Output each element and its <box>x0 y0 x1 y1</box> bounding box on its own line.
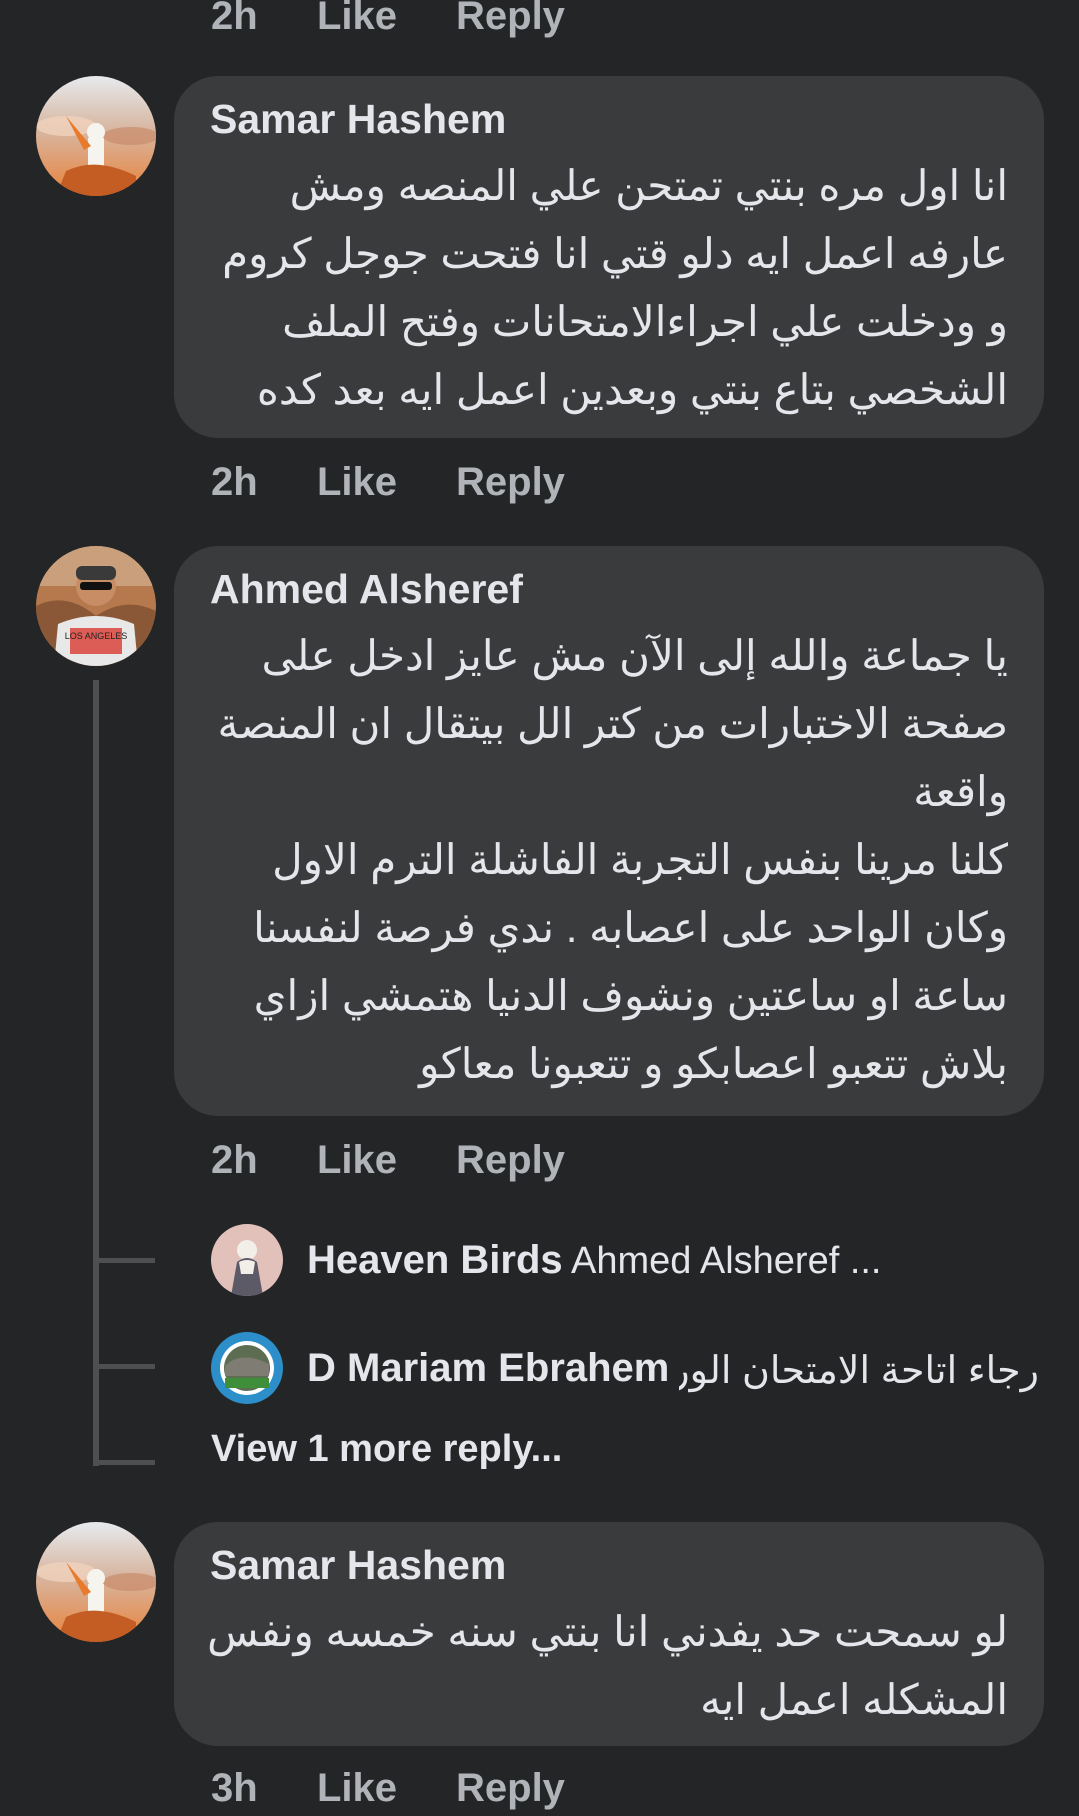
comment-1-line: الشخصي بتاع بنتي وبعدين اعمل ايه بعد كده <box>256 366 1008 413</box>
comment-2-like-button[interactable]: Like <box>317 1138 397 1183</box>
comment-0-time: 2h <box>211 0 258 38</box>
avatar-heaven-birds[interactable] <box>211 1224 283 1296</box>
reply-connector-3 <box>93 1460 155 1465</box>
comment-3-author[interactable]: Samar Hashem <box>210 1542 506 1589</box>
reply-2-author[interactable]: D Mariam Ebrahem <box>307 1346 669 1391</box>
comment-3-line: المشكله اعمل ايه <box>700 1676 1008 1723</box>
reply-1-author[interactable]: Heaven Birds <box>307 1238 563 1283</box>
comment-2-reply-button[interactable]: Reply <box>456 1138 565 1183</box>
comment-2-bubble[interactable]: Ahmed Alsheref يا جماعة والله إلى الآن م… <box>174 546 1044 1116</box>
comment-0-reply-button[interactable]: Reply <box>456 0 565 39</box>
comment-3-time[interactable]: 3h <box>211 1766 258 1811</box>
comment-1-author[interactable]: Samar Hashem <box>210 96 506 143</box>
comment-3-like-button[interactable]: Like <box>317 1766 397 1811</box>
comment-2-line: كلنا مرينا بنفس التجربة الفاشلة الترم ال… <box>272 836 1008 883</box>
comment-2-line: وكان الواحد على اعصابه . ندي فرصة لنفسنا <box>253 904 1008 951</box>
comment-3-text: لو سمحت حد يفدني انا بنتي سنه خمسه ونفس … <box>207 1598 1008 1734</box>
reply-heaven-birds[interactable]: Heaven Birds Ahmed Alsheref ... <box>211 1224 1051 1296</box>
view-more-replies-link[interactable]: View 1 more reply... <box>211 1428 562 1471</box>
comment-2-text: يا جماعة والله إلى الآن مش عايز ادخل على… <box>210 622 1009 1098</box>
reply-1-snippet[interactable]: Ahmed Alsheref ... <box>571 1240 882 1283</box>
comment-2-time[interactable]: 2h <box>211 1138 258 1183</box>
avatar-samar-hashem-2[interactable] <box>36 1522 156 1642</box>
comment-1-like-button[interactable]: Like <box>317 460 397 505</box>
comment-1-text: انا اول مره بنتي تمتحن علي المنصه ومش عا… <box>210 152 1008 424</box>
avatar-d-mariam-ebrahem[interactable] <box>211 1332 283 1404</box>
comment-1-line: عارفه اعمل ايه دلو قتي انا فتحت جوجل كرو… <box>222 230 1008 277</box>
comment-1-line: انا اول مره بنتي تمتحن علي المنصه ومش <box>289 162 1008 209</box>
reply-2-snippet[interactable]: رجاء اتاحة الامتحان الور... <box>679 1348 1039 1393</box>
reply-connector-2 <box>93 1364 155 1369</box>
comment-1-reply-button[interactable]: Reply <box>456 460 565 505</box>
comment-3-bubble[interactable]: Samar Hashem لو سمحت حد يفدني انا بنتي س… <box>174 1522 1044 1746</box>
comment-3-reply-button[interactable]: Reply <box>456 1766 565 1811</box>
comment-1-line: و ودخلت علي اجراءالامتحانات وفتح الملف <box>282 298 1008 345</box>
avatar-ahmed-alsheref[interactable]: LOS ANGELES <box>36 546 156 666</box>
comment-2-line: صفحة الاختبارات من كتر الل بيتقال ان الم… <box>217 700 1009 747</box>
comment-0-like-button[interactable]: Like <box>317 0 397 39</box>
comment-2-line: بلاش تتعبو اعصابكو و تتعبونا معاكو <box>419 1040 1008 1087</box>
comment-1-time[interactable]: 2h <box>211 460 258 505</box>
comment-1-bubble[interactable]: Samar Hashem انا اول مره بنتي تمتحن علي … <box>174 76 1044 438</box>
comment-2-line: يا جماعة والله إلى الآن مش عايز ادخل على <box>261 632 1008 679</box>
reply-thread-line <box>93 680 99 1466</box>
comment-2-line: ساعة او ساعتين ونشوف الدنيا هتمشي ازاي <box>253 972 1008 1019</box>
comment-2-author[interactable]: Ahmed Alsheref <box>210 566 523 613</box>
avatar-samar-hashem[interactable] <box>36 76 156 196</box>
comment-3-line: لو سمحت حد يفدني انا بنتي سنه خمسه ونفس <box>207 1608 1008 1655</box>
reply-d-mariam-ebrahem[interactable]: D Mariam Ebrahem رجاء اتاحة الامتحان الو… <box>211 1332 1051 1404</box>
reply-connector-1 <box>93 1258 155 1263</box>
comment-2-line: واقعة <box>913 768 1008 815</box>
avatar-shirt-text: LOS ANGELES <box>65 631 128 641</box>
